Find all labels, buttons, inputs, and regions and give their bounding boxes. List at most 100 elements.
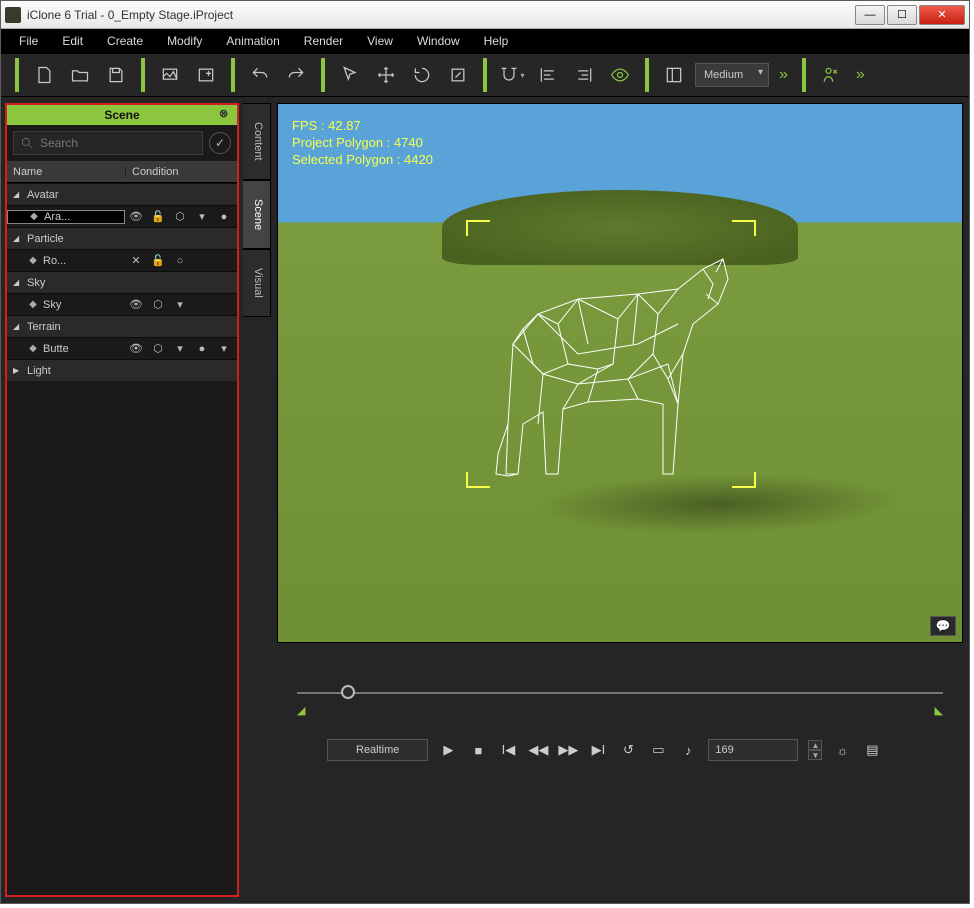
- select-tool-button[interactable]: [335, 60, 365, 90]
- layout-button[interactable]: [659, 60, 689, 90]
- timeline-start-marker-icon[interactable]: ◢: [297, 704, 305, 717]
- item-type-icon: ◆: [27, 299, 39, 311]
- toolbar-separator: [645, 58, 649, 92]
- maximize-button[interactable]: ☐: [887, 5, 917, 25]
- toolbar-more-button[interactable]: »: [775, 66, 792, 84]
- visibility-button[interactable]: [605, 60, 635, 90]
- sphere-icon[interactable]: ●: [217, 211, 231, 223]
- eye-icon[interactable]: 👁: [129, 342, 143, 355]
- align-left-button[interactable]: [533, 60, 563, 90]
- step-fwd-button[interactable]: ▶▶: [558, 740, 578, 760]
- align-right-button[interactable]: [569, 60, 599, 90]
- tree-item[interactable]: ◆Butte 👁 ⬡ ▾ ● ▾: [7, 337, 237, 359]
- sphere-icon[interactable]: ●: [195, 343, 209, 355]
- close-button[interactable]: ✕: [919, 5, 965, 25]
- move-tool-button[interactable]: [371, 60, 401, 90]
- close-panel-icon[interactable]: ⊗: [219, 107, 233, 121]
- lock-icon[interactable]: 🔓: [151, 254, 165, 267]
- link-icon[interactable]: ✕: [129, 254, 143, 267]
- group-label: Light: [27, 365, 51, 377]
- new-file-button[interactable]: [29, 60, 59, 90]
- menu-view[interactable]: View: [355, 32, 405, 50]
- rotate-tool-button[interactable]: [407, 60, 437, 90]
- open-file-button[interactable]: [65, 60, 95, 90]
- frame-input[interactable]: [708, 739, 798, 761]
- item-name-cell[interactable]: ◆Ara...: [7, 210, 125, 224]
- dropdown-icon[interactable]: ▾: [173, 298, 187, 311]
- quality-select[interactable]: Medium: [695, 63, 769, 87]
- menu-animation[interactable]: Animation: [214, 32, 291, 50]
- item-name-cell[interactable]: ◆Ro...: [7, 255, 125, 267]
- tab-visual[interactable]: Visual: [243, 249, 271, 317]
- go-start-button[interactable]: I◀: [498, 740, 518, 760]
- step-back-button[interactable]: ◀◀: [528, 740, 548, 760]
- dropdown-icon[interactable]: ▾: [173, 342, 187, 355]
- export-image-button[interactable]: [155, 60, 185, 90]
- item-name-cell[interactable]: ◆Butte: [7, 343, 125, 355]
- audio-button[interactable]: ♪: [678, 740, 698, 760]
- save-button[interactable]: [101, 60, 131, 90]
- column-condition[interactable]: Condition: [125, 166, 237, 178]
- timeline-playhead[interactable]: [341, 685, 355, 699]
- lock-icon[interactable]: 🔓: [151, 210, 165, 223]
- timeline-end-marker-icon[interactable]: ◣: [935, 704, 943, 717]
- tree-item[interactable]: ◆Ro... ✕ 🔓 ○: [7, 249, 237, 271]
- cube-icon[interactable]: ⬡: [151, 298, 165, 311]
- expand-icon: ▶: [13, 366, 23, 375]
- toolbar-more-2-button[interactable]: »: [852, 66, 869, 84]
- menu-render[interactable]: Render: [292, 32, 355, 50]
- play-button[interactable]: ▶: [438, 740, 458, 760]
- marker-button[interactable]: ▭: [648, 740, 668, 760]
- eye-icon[interactable]: 👁: [129, 210, 143, 223]
- tab-content[interactable]: Content: [243, 103, 271, 180]
- toolbar-separator: [141, 58, 145, 92]
- menu-help[interactable]: Help: [472, 32, 521, 50]
- cube-icon[interactable]: ⬡: [173, 210, 187, 223]
- window-title: iClone 6 Trial - 0_Empty Stage.iProject: [27, 8, 853, 22]
- tree-item[interactable]: ◆Ara... 👁 🔓 ⬡ ▾ ●: [7, 205, 237, 227]
- menu-file[interactable]: File: [7, 32, 50, 50]
- tree-group-avatar[interactable]: ◢Avatar: [7, 183, 237, 205]
- item-name-cell[interactable]: ◆Sky: [7, 299, 125, 311]
- toolbar-separator: [15, 58, 19, 92]
- menu-modify[interactable]: Modify: [155, 32, 214, 50]
- redo-button[interactable]: [281, 60, 311, 90]
- tree-item[interactable]: ◆Sky 👁 ⬡ ▾: [7, 293, 237, 315]
- eye-icon[interactable]: 👁: [129, 298, 143, 311]
- frame-down-button[interactable]: ▼: [808, 750, 822, 760]
- settings-icon[interactable]: ☼: [832, 740, 852, 760]
- character-tool-button[interactable]: [816, 60, 846, 90]
- search-input[interactable]: [40, 136, 196, 150]
- menu-create[interactable]: Create: [95, 32, 155, 50]
- timeline-panel-button[interactable]: ▤: [862, 740, 882, 760]
- tree-headers: Name Condition: [7, 161, 237, 183]
- tree-group-particle[interactable]: ◢Particle: [7, 227, 237, 249]
- circle-icon[interactable]: ○: [173, 255, 187, 267]
- cube-icon[interactable]: ⬡: [151, 342, 165, 355]
- tree-group-terrain[interactable]: ◢Terrain: [7, 315, 237, 337]
- play-mode-button[interactable]: Realtime: [327, 739, 428, 761]
- search-confirm-button[interactable]: ✓: [209, 132, 231, 154]
- dropdown-icon[interactable]: ▾: [217, 342, 231, 355]
- comment-button[interactable]: 💬: [930, 616, 956, 636]
- export-video-button[interactable]: [191, 60, 221, 90]
- viewport[interactable]: FPS : 42.87 Project Polygon : 4740 Selec…: [277, 103, 963, 643]
- minimize-button[interactable]: —: [855, 5, 885, 25]
- menu-edit[interactable]: Edit: [50, 32, 95, 50]
- viewport-stats: FPS : 42.87 Project Polygon : 4740 Selec…: [292, 118, 433, 169]
- loop-button[interactable]: ↺: [618, 740, 638, 760]
- tree-group-light[interactable]: ▶ Light: [7, 359, 237, 381]
- go-end-button[interactable]: ▶I: [588, 740, 608, 760]
- scale-tool-button[interactable]: [443, 60, 473, 90]
- timeline-track[interactable]: ◢ ◣: [297, 683, 943, 703]
- item-condition-cell: 👁 ⬡ ▾: [125, 298, 237, 311]
- stop-button[interactable]: ■: [468, 740, 488, 760]
- undo-button[interactable]: [245, 60, 275, 90]
- tree-group-sky[interactable]: ◢Sky: [7, 271, 237, 293]
- column-name[interactable]: Name: [7, 166, 125, 178]
- menu-window[interactable]: Window: [405, 32, 472, 50]
- dropdown-icon[interactable]: ▾: [195, 210, 209, 223]
- snap-button[interactable]: ▾: [497, 60, 527, 90]
- tab-scene[interactable]: Scene: [243, 180, 271, 249]
- frame-up-button[interactable]: ▲: [808, 740, 822, 750]
